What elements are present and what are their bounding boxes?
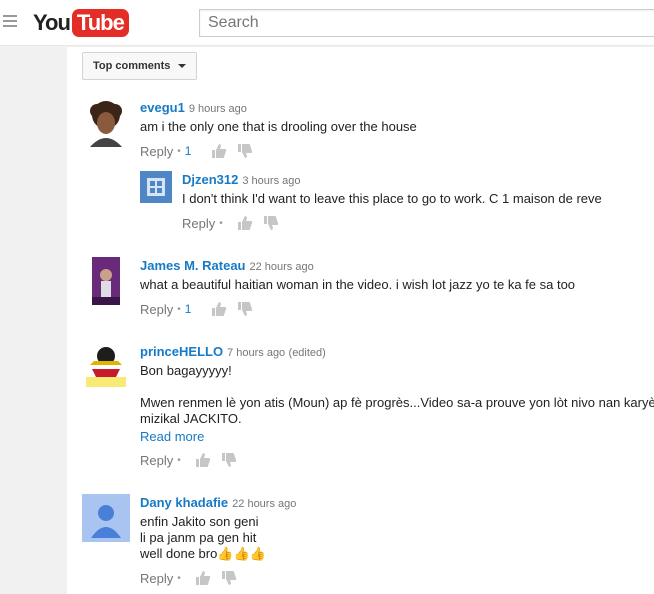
comment-author[interactable]: James M. Rateau	[140, 258, 246, 273]
comment-text-line: mizikal JACKITO.	[140, 411, 242, 426]
comment-author[interactable]: evegu1	[140, 100, 185, 115]
comment-actions: Reply •	[140, 570, 237, 586]
comment-meta: evegu1 9 hours ago	[140, 100, 247, 115]
thumbs-up-icon[interactable]	[195, 452, 211, 468]
reply-button[interactable]: Reply	[140, 571, 173, 586]
comment-meta: princeHELLO 7 hours ago (edited)	[140, 344, 326, 359]
thumbs-up-icon[interactable]	[237, 215, 253, 231]
comment-text: what a beautiful haitian woman in the vi…	[140, 277, 576, 292]
thumbs-down-icon[interactable]	[221, 570, 237, 586]
logo-you: You	[33, 10, 71, 35]
separator-dot: •	[177, 454, 181, 466]
comments-section: Top comments evegu1 9 hours ago am i the …	[67, 47, 654, 594]
comment-author[interactable]: Djzen312	[182, 172, 238, 187]
comment-time[interactable]: 3 hours ago	[242, 175, 300, 187]
sort-comments-button[interactable]: Top comments	[82, 52, 198, 80]
separator-dot: •	[177, 572, 181, 584]
comment-text-line: well done bro👍👍👍	[140, 546, 266, 561]
avatar[interactable]	[82, 343, 130, 391]
reply-button[interactable]: Reply	[140, 144, 173, 159]
caret-down-icon	[178, 64, 187, 68]
comment-actions: Reply •	[182, 215, 279, 231]
comment-meta: Djzen312 3 hours ago	[182, 172, 300, 187]
separator-dot: •	[219, 217, 223, 229]
comment-text: am i the only one that is drooling over …	[140, 119, 417, 134]
comment-time[interactable]: 22 hours ago	[232, 498, 296, 510]
separator-dot: •	[177, 145, 181, 157]
logo-tube: Tube	[71, 9, 129, 37]
thumbs-down-icon[interactable]	[237, 143, 253, 159]
sort-label: Top comments	[93, 60, 171, 72]
menu-icon[interactable]	[3, 15, 17, 29]
comment-actions: Reply • 1	[140, 143, 253, 159]
read-more-link[interactable]: Read more	[140, 429, 204, 444]
reply-button[interactable]: Reply	[182, 216, 215, 231]
comment-text-line: Bon bagayyyyy!	[140, 363, 232, 378]
comment-text: I don't think I'd want to leave this pla…	[182, 191, 602, 206]
comment-time[interactable]: 9 hours ago	[189, 103, 247, 115]
comment-author[interactable]: Dany khadafie	[140, 495, 228, 510]
avatar[interactable]	[82, 257, 130, 305]
search-input[interactable]	[200, 10, 654, 36]
reply-button[interactable]: Reply	[140, 302, 173, 317]
youtube-logo[interactable]: You Tube	[33, 8, 129, 38]
comment-text-line: Mwen renmen lè yon atis (Moun) ap fè pro…	[140, 395, 654, 410]
comment-actions: Reply •	[140, 452, 237, 468]
comment-time[interactable]: 7 hours ago	[227, 347, 285, 359]
avatar[interactable]	[82, 494, 130, 542]
comment-actions: Reply • 1	[140, 301, 253, 317]
comment-meta: Dany khadafie 22 hours ago	[140, 495, 296, 510]
comment-author[interactable]: princeHELLO	[140, 344, 223, 359]
thumbs-down-icon[interactable]	[221, 452, 237, 468]
comment-meta: James M. Rateau 22 hours ago	[140, 258, 314, 273]
thumbs-down-icon[interactable]	[237, 301, 253, 317]
comment-text-line: enfin Jakito son geni	[140, 514, 259, 529]
separator-dot: •	[177, 303, 181, 315]
reply-button[interactable]: Reply	[140, 453, 173, 468]
masthead: You Tube	[0, 0, 654, 46]
avatar[interactable]	[140, 171, 172, 203]
thumbs-up-icon[interactable]	[211, 143, 227, 159]
thumbs-up-icon[interactable]	[195, 570, 211, 586]
like-count: 1	[184, 144, 192, 158]
comment-text-line: li pa janm pa gen hit	[140, 530, 257, 545]
edited-label: (edited)	[288, 347, 326, 359]
comment-time[interactable]: 22 hours ago	[250, 261, 314, 273]
search-box[interactable]	[199, 9, 654, 37]
like-count: 1	[184, 302, 192, 316]
avatar[interactable]	[82, 99, 130, 147]
thumbs-up-icon[interactable]	[211, 301, 227, 317]
thumbs-down-icon[interactable]	[263, 215, 279, 231]
